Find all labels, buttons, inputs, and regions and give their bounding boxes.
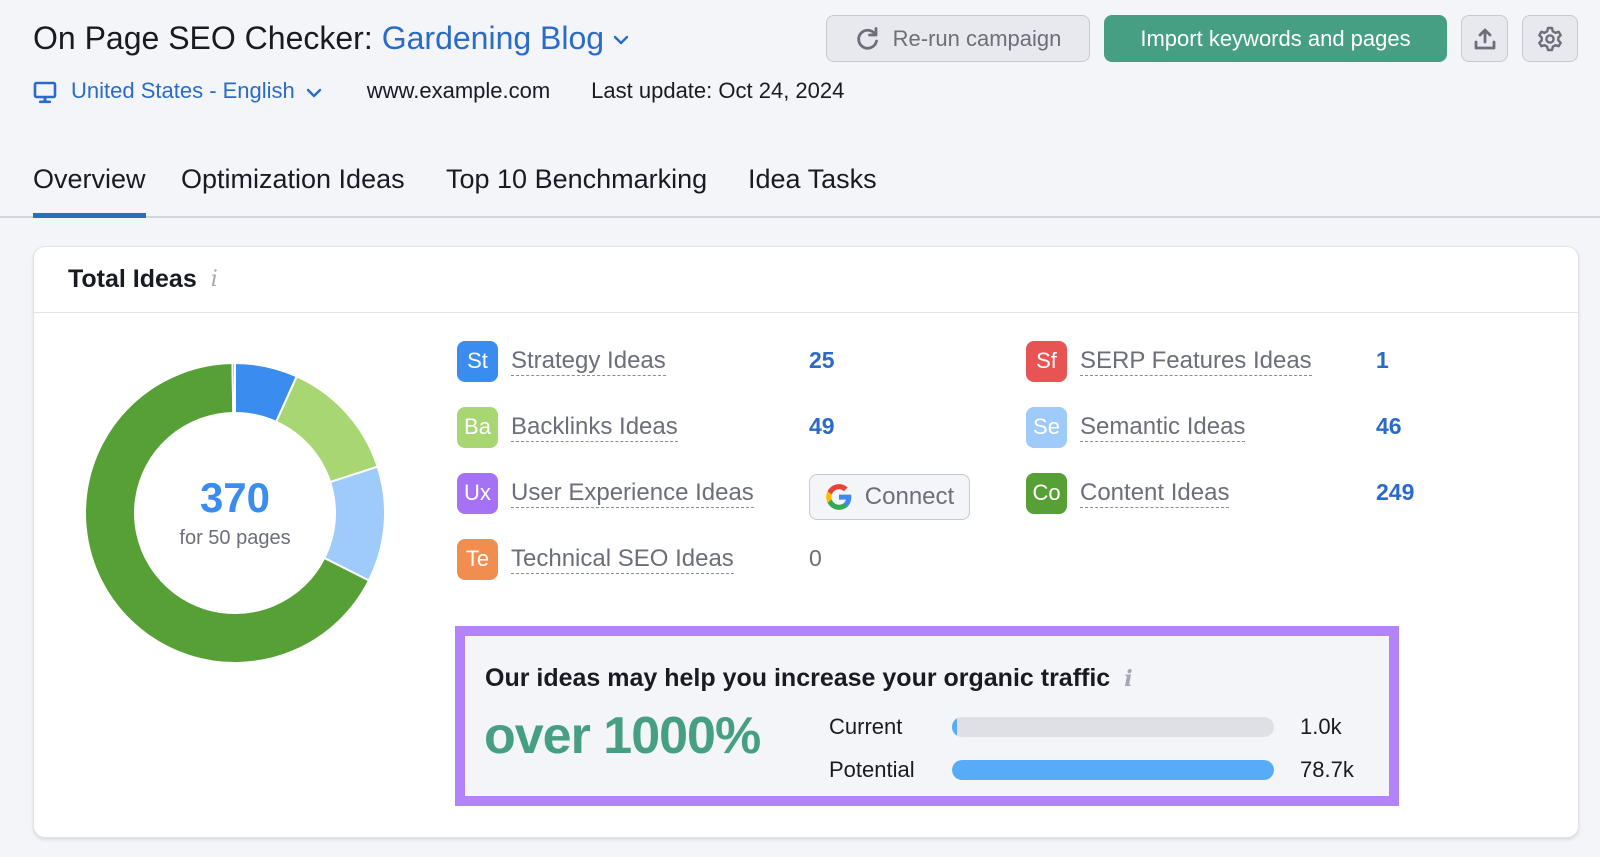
project-name: Gardening Blog xyxy=(381,19,605,56)
badge-backlinks: Ba xyxy=(457,406,498,448)
idea-backlinks: Ba Backlinks Ideas xyxy=(457,406,678,448)
info-icon[interactable]: i xyxy=(211,267,218,292)
tab-top-10-benchmarking[interactable]: Top 10 Benchmarking xyxy=(446,164,707,216)
badge-content: Co xyxy=(1026,472,1067,514)
settings-button[interactable] xyxy=(1522,15,1578,62)
google-connect-button[interactable]: Connect xyxy=(809,474,970,520)
traffic-title: Our ideas may help you increase your org… xyxy=(485,664,1133,693)
idea-label-semantic[interactable]: Semantic Ideas xyxy=(1080,413,1246,442)
traffic-row-potential: Potential 78.7k xyxy=(829,755,1354,785)
google-icon xyxy=(825,484,852,510)
idea-label-strategy[interactable]: Strategy Ideas xyxy=(511,347,666,376)
bar-track-current xyxy=(952,717,1274,737)
bar-value-potential: 78.7k xyxy=(1300,757,1354,782)
idea-label-content[interactable]: Content Ideas xyxy=(1080,479,1230,508)
badge-serp-features: Sf xyxy=(1026,340,1067,382)
connect-label: Connect xyxy=(864,483,955,510)
bar-value-current: 1.0k xyxy=(1300,714,1342,739)
badge-user-experience: Ux xyxy=(457,472,498,514)
card-title: Total Ideas xyxy=(68,265,197,293)
organic-traffic-highlight: Our ideas may help you increase your org… xyxy=(455,626,1399,806)
tab-overview[interactable]: Overview xyxy=(33,164,146,218)
badge-technical-seo: Te xyxy=(457,538,498,580)
upload-icon xyxy=(1474,28,1495,49)
total-ideas-card: Total Ideas i 370 for 50 pages St Strate… xyxy=(33,246,1579,838)
bar-track-potential xyxy=(952,760,1274,780)
domain-label: www.example.com xyxy=(366,78,551,103)
idea-count-serp-features[interactable]: 1 xyxy=(1376,347,1389,374)
last-update-label: Last update: Oct 24, 2024 xyxy=(591,78,845,103)
bar-fill-potential xyxy=(952,760,1274,780)
tab-bar: Overview Optimization Ideas Top 10 Bench… xyxy=(0,158,1600,218)
idea-label-user-experience[interactable]: User Experience Ideas xyxy=(511,479,754,508)
import-keywords-button[interactable]: Import keywords and pages xyxy=(1104,15,1447,62)
badge-semantic: Se xyxy=(1026,406,1067,448)
tab-optimization-ideas[interactable]: Optimization Ideas xyxy=(181,164,405,216)
tab-idea-tasks[interactable]: Idea Tasks xyxy=(748,164,877,216)
locale-selector[interactable]: United States - English xyxy=(33,78,323,105)
desktop-icon xyxy=(33,81,57,103)
idea-count-semantic[interactable]: 46 xyxy=(1376,413,1402,440)
ideas-donut-chart xyxy=(84,361,386,664)
info-icon[interactable]: i xyxy=(1124,666,1132,692)
project-selector[interactable]: Gardening Blog xyxy=(382,20,630,57)
card-header: Total Ideas i xyxy=(34,247,1578,313)
idea-strategy: St Strategy Ideas xyxy=(457,340,666,382)
refresh-icon xyxy=(856,26,878,50)
idea-user-experience: Ux User Experience Ideas xyxy=(457,472,754,514)
idea-content: Co Content Ideas xyxy=(1026,472,1230,514)
chevron-down-icon xyxy=(306,88,321,97)
traffic-title-text: Our ideas may help you increase your org… xyxy=(485,664,1111,692)
idea-technical-seo: Te Technical SEO Ideas xyxy=(457,538,734,580)
export-button[interactable] xyxy=(1461,15,1508,62)
idea-label-backlinks[interactable]: Backlinks Ideas xyxy=(511,413,678,442)
badge-strategy: St xyxy=(457,340,498,382)
idea-count-content[interactable]: 249 xyxy=(1376,479,1414,506)
idea-label-serp-features[interactable]: SERP Features Ideas xyxy=(1080,347,1312,376)
bar-label-current: Current xyxy=(829,714,903,739)
rerun-label: Re-run campaign xyxy=(892,25,1062,51)
idea-label-technical-seo[interactable]: Technical SEO Ideas xyxy=(511,545,734,574)
idea-semantic: Se Semantic Ideas xyxy=(1026,406,1246,448)
idea-count-strategy[interactable]: 25 xyxy=(809,347,835,374)
gear-icon xyxy=(1538,26,1562,51)
donut-slice-backlinks-ideas[interactable] xyxy=(274,374,379,484)
idea-count-backlinks[interactable]: 49 xyxy=(809,413,835,440)
idea-count-technical-seo: 0 xyxy=(809,545,822,571)
traffic-row-current: Current 1.0k xyxy=(829,712,1342,742)
page-title: On Page SEO Checker: xyxy=(33,19,373,56)
page-header: On Page SEO Checker: Gardening Blog xyxy=(33,16,630,60)
donut-slice-serp-features-ideas[interactable] xyxy=(231,361,236,415)
campaign-info: United States - English www.example.com … xyxy=(33,74,844,108)
idea-serp-features: Sf SERP Features Ideas xyxy=(1026,340,1312,382)
rerun-campaign-button[interactable]: Re-run campaign xyxy=(826,15,1090,62)
locale-label: United States - English xyxy=(71,78,295,103)
header-actions: Re-run campaign Import keywords and page… xyxy=(826,15,1578,62)
bar-label-potential: Potential xyxy=(829,757,915,782)
traffic-increase-headline: over 1000% xyxy=(484,707,761,765)
chevron-down-icon xyxy=(613,35,629,45)
bar-fill-current xyxy=(952,717,957,737)
